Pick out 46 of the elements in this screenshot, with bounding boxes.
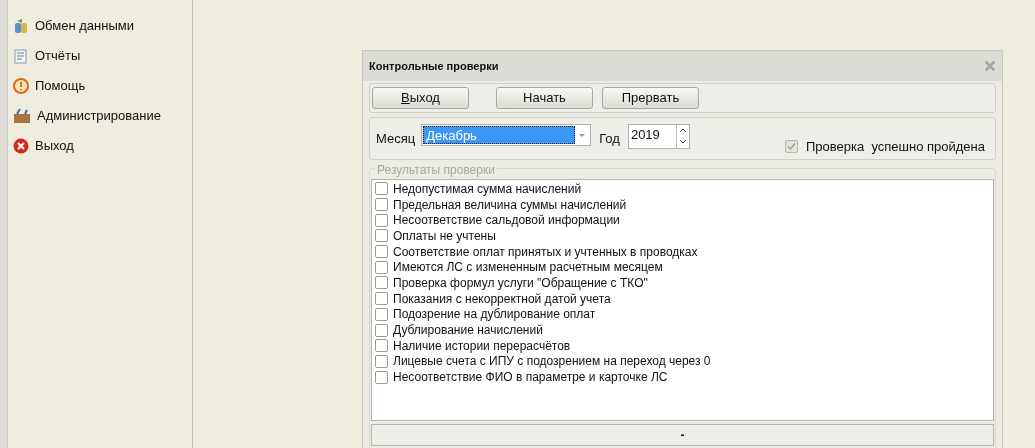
result-checkbox[interactable] (375, 370, 388, 384)
result-checkbox[interactable] (375, 260, 388, 274)
passed-label: Проверка успешно пройдена (806, 140, 985, 153)
result-checkbox[interactable] (375, 292, 388, 306)
result-checkbox[interactable] (375, 323, 388, 337)
result-label: Наличие истории перерасчётов (393, 338, 571, 353)
result-checkbox[interactable] (375, 276, 388, 290)
result-checkbox[interactable] (375, 354, 388, 368)
result-checkbox[interactable] (375, 198, 388, 212)
result-label: Дублирование начислений (393, 323, 543, 338)
sidebar-item[interactable]: Отчёты (8, 41, 192, 71)
toolbar-button[interactable]: Начать (496, 87, 593, 109)
result-checkbox[interactable] (375, 213, 388, 227)
result-label: Несоответствие сальдовой информации (393, 213, 620, 228)
result-checkbox[interactable] (375, 307, 388, 321)
result-label: Недопустимая сумма начислений (393, 181, 582, 196)
sidebar-item[interactable]: Помощь (8, 71, 192, 101)
document-icon (13, 48, 29, 64)
result-label: Имеются ЛС с измененным расчетным месяцем (393, 260, 663, 275)
caret-icon (579, 133, 586, 137)
toolbar-button[interactable]: Выход (372, 87, 469, 109)
toolbar-button[interactable]: Прервать (602, 87, 699, 109)
database-icon (13, 18, 29, 34)
year-spinbox[interactable]: 2019 (627, 124, 690, 149)
close-icon (13, 138, 29, 154)
result-checkbox[interactable] (375, 229, 388, 243)
sidebar-item[interactable]: Выход (8, 131, 192, 161)
status-text: - (680, 427, 685, 444)
toolbox-icon (13, 108, 31, 124)
result-label: Лицевые счета с ИПУ с подозрением на переход через 0 (393, 354, 711, 369)
month-label: Месяц (376, 130, 416, 148)
result-label: Предельная величина суммы начислений (393, 197, 627, 212)
result-checkbox[interactable] (375, 182, 388, 196)
result-label: Подозрение на дублирование оплат (393, 307, 596, 322)
result-label: Соответствие оплат принятых и учтенных в проводках (393, 244, 698, 259)
result-checkbox[interactable] (375, 339, 388, 353)
result-label: Несоответствие ФИО в параметре и карточке ЛС (393, 370, 668, 385)
window-title: Контрольные проверки (369, 58, 499, 74)
result-label: Проверка формул услуги "Обращение с ТКО" (393, 275, 648, 290)
sidebar-item[interactable]: Администрирование (8, 101, 192, 131)
result-checkbox[interactable] (375, 245, 388, 259)
year-label: Год (599, 130, 620, 148)
sidebar-item[interactable]: Обмен данными (8, 11, 192, 41)
result-label: Оплаты не учтены (393, 228, 496, 243)
result-label: Показания с некорректной датой учета (393, 291, 611, 306)
close-icon[interactable] (984, 60, 996, 72)
